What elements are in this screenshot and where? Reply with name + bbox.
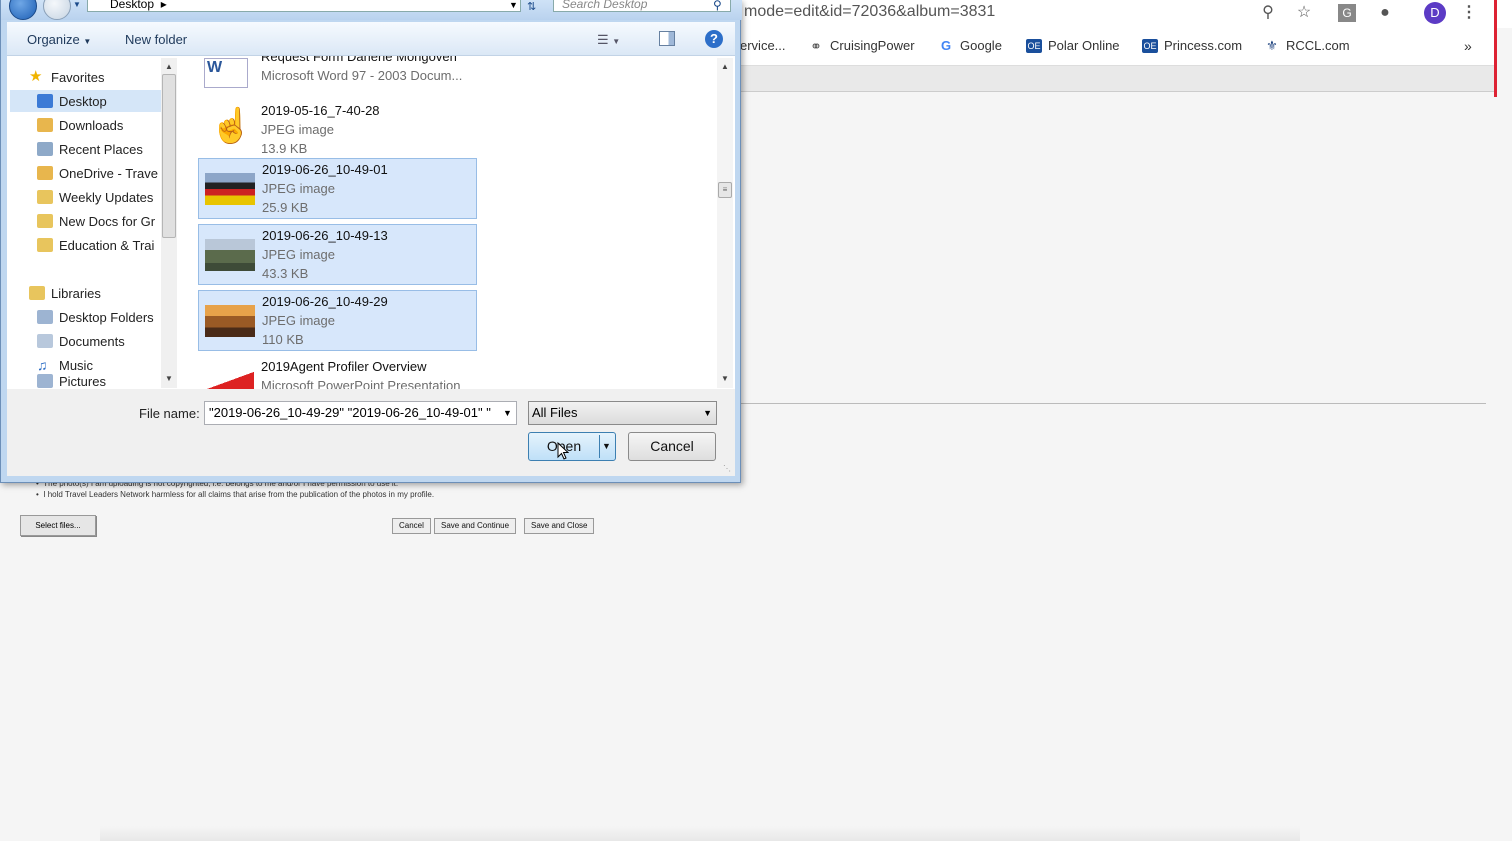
- files-scrollbar[interactable]: [717, 58, 733, 388]
- scroll-down-icon[interactable]: ▼: [721, 374, 729, 383]
- scroll-up-icon[interactable]: ▲: [721, 62, 729, 71]
- address-breadcrumb[interactable]: Desktop ▸: [87, 0, 521, 12]
- scroll-up-icon[interactable]: ▲: [165, 62, 173, 71]
- file-item[interactable]: 2019Agent Profiler Overview Microsoft Po…: [198, 356, 477, 389]
- polar-icon: OE: [1026, 38, 1042, 53]
- search-icon[interactable]: ⚲: [713, 0, 722, 12]
- folder-icon: [37, 238, 53, 252]
- pictures-icon: [37, 374, 53, 388]
- bookmark-polar-online[interactable]: OE Polar Online: [1026, 38, 1120, 53]
- divider: [740, 403, 1486, 404]
- bookmark-google[interactable]: G Google: [938, 38, 1002, 53]
- open-file-dialog: ▼ Desktop ▸ ▼ ⇅ Search Desktop ⚲ Organiz…: [0, 0, 742, 483]
- rccl-icon: ⚜: [1266, 37, 1278, 53]
- split-divider: [599, 435, 600, 458]
- chevron-down-icon: ▼: [703, 408, 712, 418]
- word-document-icon: W: [204, 58, 248, 88]
- resize-grip-icon[interactable]: ⋱: [723, 464, 731, 473]
- libraries-icon: [29, 286, 45, 300]
- image-thumbnail-castle: [205, 239, 255, 271]
- file-list: W Request Form Darlene Mongoven Microsof…: [181, 56, 735, 389]
- avatar[interactable]: D: [1424, 2, 1446, 24]
- refresh-icon[interactable]: ⇅: [527, 0, 536, 13]
- recent-places-icon: [37, 142, 53, 156]
- nav-libraries[interactable]: Libraries: [29, 282, 183, 304]
- documents-icon: [37, 334, 53, 348]
- file-item-selected[interactable]: 2019-06-26_10-49-13 JPEG image 43.3 KB: [198, 224, 477, 285]
- nav-desktop[interactable]: Desktop: [10, 90, 161, 112]
- page-footer-shadow: [100, 826, 1300, 841]
- bookmarks-bar: ervice... ⚭ CruisingPower G Google OE Polar…: [740, 28, 1496, 66]
- more-bookmarks-button[interactable]: »: [1464, 38, 1472, 54]
- image-thumbnail-flag: [205, 173, 255, 205]
- nav-scrollbar-thumb[interactable]: [162, 74, 176, 238]
- scroll-down-icon[interactable]: ▼: [165, 374, 173, 383]
- cancel-button[interactable]: Cancel: [628, 432, 716, 461]
- view-options-icon[interactable]: ☰ ▼: [597, 32, 620, 48]
- chevron-down-icon[interactable]: ▼: [499, 402, 516, 424]
- file-type-select[interactable]: All Files ▼: [528, 401, 717, 425]
- search-input[interactable]: Search Desktop: [553, 0, 731, 12]
- preview-pane-icon[interactable]: [659, 31, 675, 46]
- address-dropdown-icon[interactable]: ▼: [509, 0, 518, 10]
- save-close-button[interactable]: Save and Close: [524, 518, 595, 534]
- nav-favorites[interactable]: ★ Favorites: [29, 66, 183, 88]
- bookmark-cruisingpower[interactable]: ⚭ CruisingPower: [808, 37, 914, 54]
- file-name-label: File name:: [139, 406, 200, 421]
- save-continue-button[interactable]: Save and Continue: [434, 518, 517, 534]
- folder-icon: [37, 190, 53, 204]
- folder-icon: [37, 214, 53, 228]
- music-icon: ♫: [37, 357, 48, 373]
- downloads-folder-icon: [37, 118, 53, 132]
- open-dropdown-icon[interactable]: ▼: [602, 433, 611, 460]
- globe-icon: ⚭: [810, 37, 822, 54]
- new-folder-button[interactable]: New folder: [125, 32, 187, 47]
- extension-icon[interactable]: G: [1338, 4, 1356, 22]
- terms-item: • I hold Travel Leaders Network harmless…: [36, 490, 435, 499]
- navigation-pane: ★ Favorites Desktop Downloads Recent Plac…: [7, 56, 181, 389]
- dialog-toolbar: Organize ▼ New folder ☰ ▼ ?: [7, 22, 735, 56]
- page-cancel-button[interactable]: Cancel: [392, 518, 431, 534]
- select-files-button[interactable]: Select files...: [20, 515, 96, 536]
- chevron-down-icon: ▼: [83, 37, 92, 46]
- library-icon: [37, 310, 53, 324]
- folder-icon: [37, 166, 53, 180]
- file-name-input[interactable]: "2019-06-26_10-49-29" "2019-06-26_10-49-…: [204, 401, 517, 425]
- zoom-icon[interactable]: ⚲: [1257, 2, 1279, 24]
- pointer-hand-icon: ☝: [210, 107, 253, 145]
- help-icon[interactable]: ?: [705, 30, 723, 48]
- menu-icon[interactable]: ⋮: [1458, 2, 1480, 24]
- bookmark-item[interactable]: ervice...: [740, 38, 786, 53]
- address-bar[interactable]: mode=edit&id=72036&album=3831: [744, 3, 995, 21]
- file-item-selected[interactable]: 2019-06-26_10-49-01 JPEG image 25.9 KB: [198, 158, 477, 219]
- star-icon[interactable]: ☆: [1293, 2, 1315, 24]
- files-scrollbar-thumb[interactable]: ≡: [718, 182, 732, 198]
- bookmark-rccl[interactable]: ⚜ RCCL.com: [1264, 37, 1349, 53]
- file-item-selected[interactable]: 2019-06-26_10-49-29 JPEG image 110 KB: [198, 290, 477, 351]
- mouse-cursor-icon: [557, 442, 569, 460]
- star-icon: ★: [29, 68, 43, 85]
- bookmark-princess[interactable]: OE Princess.com: [1142, 38, 1242, 53]
- page-edge-accent: [1494, 0, 1497, 97]
- page-header-strip: [740, 66, 1496, 92]
- file-item[interactable]: ☝ 2019-05-16_7-40-28 JPEG image 13.9 KB: [198, 100, 477, 161]
- powerpoint-icon: [204, 370, 254, 389]
- circle-extension-icon[interactable]: ●: [1374, 2, 1396, 24]
- google-icon: G: [940, 37, 952, 53]
- princess-icon: OE: [1142, 38, 1158, 53]
- organize-button[interactable]: Organize ▼: [27, 32, 91, 47]
- image-thumbnail-sunset: [205, 305, 255, 337]
- desktop-icon: [37, 94, 53, 108]
- recent-pages-icon[interactable]: ▼: [73, 0, 81, 9]
- open-button[interactable]: Open ▼: [528, 432, 616, 461]
